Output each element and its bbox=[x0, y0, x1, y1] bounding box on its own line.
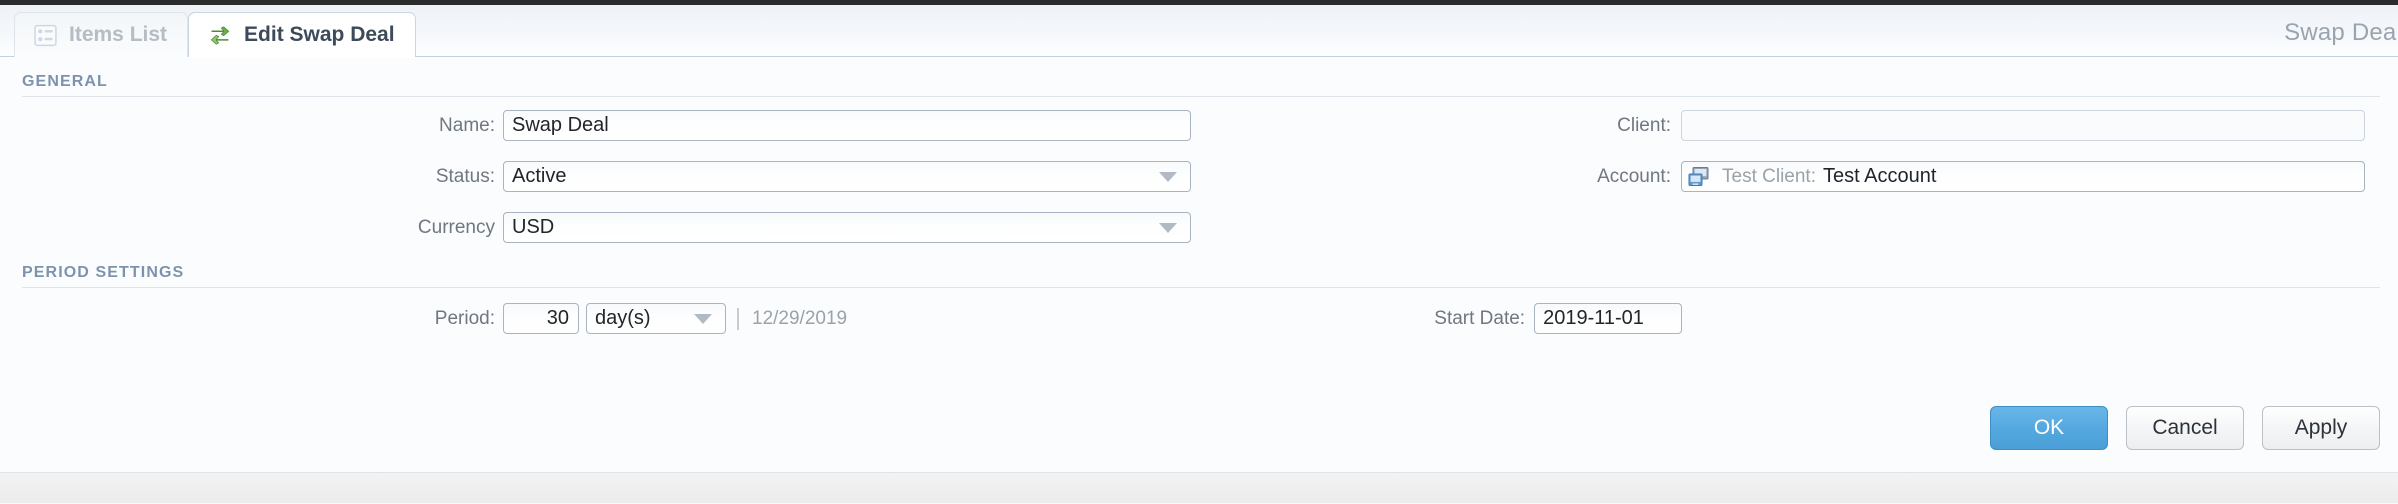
section-divider-general bbox=[22, 96, 2380, 97]
chevron-down-icon[interactable] bbox=[1159, 171, 1177, 182]
apply-button[interactable]: Apply bbox=[2262, 406, 2380, 450]
chevron-down-icon[interactable] bbox=[1159, 222, 1177, 233]
row-name-client: Name: Swap Deal Client: bbox=[0, 109, 2398, 142]
row-status-account: Status: Active Account: Test Client: Tes… bbox=[0, 160, 2398, 193]
label-name: Name: bbox=[439, 114, 495, 136]
label-account: Account: bbox=[1597, 165, 1671, 187]
tab-items-list[interactable]: Items List bbox=[14, 12, 189, 57]
ok-button[interactable]: OK bbox=[1990, 406, 2108, 450]
start-date-value: 2019-11-01 bbox=[1543, 307, 1644, 329]
start-date-input[interactable]: 2019-11-01 bbox=[1534, 303, 1683, 334]
swap-arrows-icon bbox=[207, 22, 233, 48]
cancel-button[interactable]: Cancel bbox=[2126, 406, 2244, 450]
account-input-value: Test Account bbox=[1822, 165, 1937, 187]
chevron-down-icon[interactable] bbox=[694, 313, 712, 324]
label-currency: Currency bbox=[417, 216, 495, 238]
section-title-general: GENERAL bbox=[22, 73, 108, 90]
tab-edit-swap-deal[interactable]: Edit Swap Deal bbox=[188, 12, 416, 58]
name-input-value: Swap Deal bbox=[512, 114, 609, 136]
form-body: GENERAL Name: Swap Deal Client: Status: bbox=[0, 57, 2398, 472]
client-input[interactable] bbox=[1681, 110, 2365, 141]
status-select-value: Active bbox=[512, 165, 567, 187]
period-number-value: 30 bbox=[546, 307, 569, 329]
row-period: Period: 30 day(s) 12/29/2019 Start Date:… bbox=[0, 302, 2398, 335]
label-start-date: Start Date: bbox=[1434, 307, 1526, 329]
currency-select[interactable]: USD bbox=[503, 212, 1191, 243]
dialog-button-row: OK Cancel Apply bbox=[1990, 406, 2380, 450]
label-status: Status: bbox=[435, 165, 495, 187]
window-bottom-bar bbox=[0, 472, 2398, 504]
account-monitor-icon bbox=[1688, 166, 1712, 188]
name-input[interactable]: Swap Deal bbox=[503, 110, 1191, 141]
label-period: Period: bbox=[434, 307, 495, 329]
status-select[interactable]: Active bbox=[503, 161, 1191, 192]
label-client: Client: bbox=[1617, 114, 1671, 136]
period-number-input[interactable]: 30 bbox=[503, 303, 579, 334]
tab-items-list-label: Items List bbox=[69, 23, 168, 46]
swap-deal-editor-window: Items List Edit Swap Deal Swap Deal GENE… bbox=[0, 0, 2398, 504]
account-input[interactable]: Test Client: Test Account bbox=[1681, 161, 2365, 192]
period-unit-select[interactable]: day(s) bbox=[586, 303, 726, 334]
row-currency: Currency USD bbox=[0, 211, 2398, 244]
currency-select-value: USD bbox=[512, 216, 555, 238]
window-corner-title: Swap Deal bbox=[2284, 19, 2398, 46]
period-separator bbox=[737, 307, 739, 330]
account-client-prefix: Test Client: bbox=[1722, 165, 1816, 187]
period-end-date: 12/29/2019 bbox=[752, 307, 848, 329]
section-title-period-settings: PERIOD SETTINGS bbox=[22, 264, 185, 281]
period-unit-value: day(s) bbox=[595, 307, 651, 329]
section-divider-period-settings bbox=[22, 287, 2380, 288]
tab-edit-swap-deal-label: Edit Swap Deal bbox=[244, 23, 395, 46]
tab-bar: Items List Edit Swap Deal Swap Deal bbox=[0, 5, 2398, 58]
list-icon bbox=[33, 23, 58, 48]
